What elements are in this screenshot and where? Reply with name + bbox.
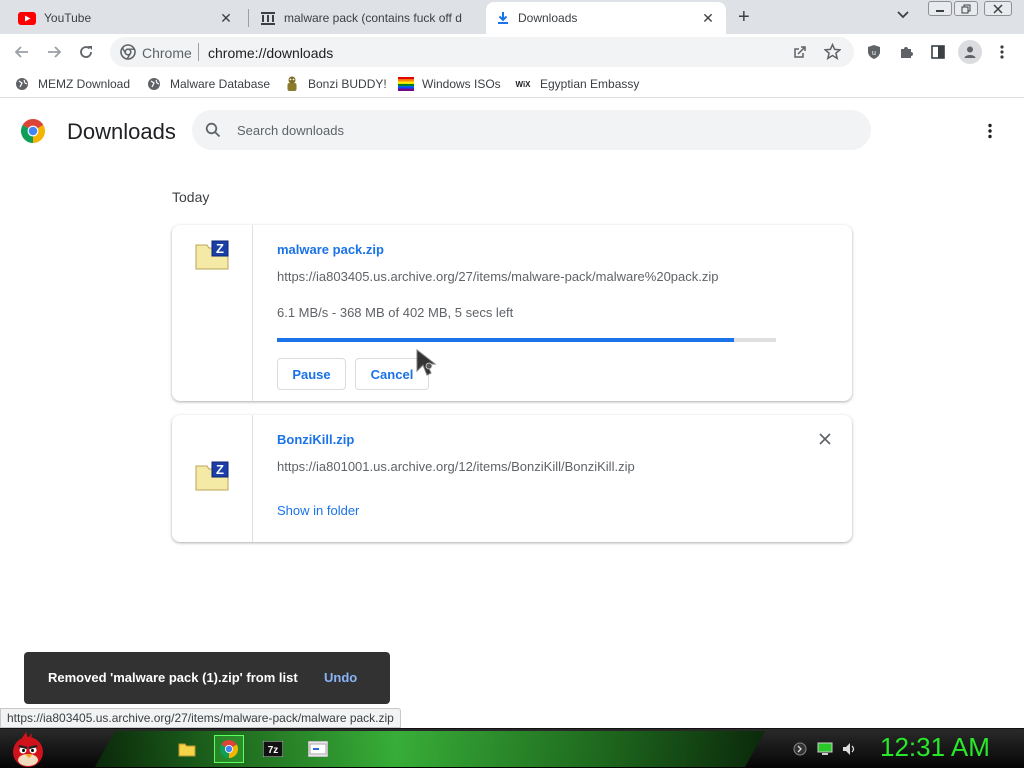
forward-button[interactable] (44, 42, 64, 62)
new-tab-button[interactable]: + (738, 7, 750, 27)
tab-youtube[interactable]: YouTube ✕ (8, 2, 244, 34)
tab-separator (248, 9, 249, 27)
more-actions-icon[interactable] (988, 123, 992, 142)
search-icon (205, 122, 221, 141)
toast-message: Removed 'malware pack (1).zip' from list (48, 670, 298, 685)
restore-button[interactable] (954, 1, 978, 16)
taskbar: 7z 12:31 AM (0, 728, 1024, 768)
tray-monitor-icon[interactable] (817, 742, 833, 759)
svg-text:Z: Z (216, 462, 224, 477)
taskbar-chrome-icon[interactable] (214, 735, 244, 763)
close-icon[interactable]: ✕ (218, 10, 234, 26)
omnibox-divider (198, 43, 199, 61)
show-in-folder-link[interactable]: Show in folder (277, 503, 359, 518)
bookmarks-bar: MEMZ Download Malware Database Bonzi BUD… (0, 70, 1024, 98)
download-icon (496, 11, 510, 25)
tab-downloads[interactable]: Downloads ✕ (486, 2, 726, 34)
snackbar-toast: Removed 'malware pack (1).zip' from list… (24, 652, 390, 704)
taskbar-file-explorer-icon[interactable] (172, 735, 202, 763)
download-progress-fill (277, 338, 734, 342)
download-item: Z BonziKill.zip https://ia801001.us.arch… (172, 415, 852, 542)
side-panel-icon[interactable] (928, 42, 948, 62)
date-section-heading: Today (172, 189, 210, 205)
rainbow-flag-icon (398, 76, 414, 92)
tray-network-icon[interactable] (793, 742, 807, 759)
bonzi-buddy-icon (284, 76, 300, 92)
wix-icon: WiX (515, 79, 531, 89)
close-window-button[interactable] (984, 1, 1012, 16)
bookmark-malware-database[interactable]: Malware Database (146, 76, 270, 92)
extensions-puzzle-icon[interactable] (896, 42, 916, 62)
download-file-icon-column: Z (172, 225, 253, 401)
zip-file-icon: Z (195, 461, 229, 494)
bookmark-egyptian-embassy[interactable]: WiX Egyptian Embassy (514, 76, 639, 92)
download-source-url[interactable]: https://ia803405.us.archive.org/27/items… (277, 269, 719, 284)
bookmark-label: MEMZ Download (38, 77, 131, 91)
mouse-cursor-icon (416, 348, 444, 380)
tab-title: YouTube (44, 11, 92, 25)
svg-text:7z: 7z (268, 745, 279, 756)
globe-icon (14, 76, 30, 92)
search-placeholder: Search downloads (237, 123, 344, 138)
undo-button[interactable]: Undo (324, 670, 357, 685)
profile-avatar-icon[interactable] (958, 40, 982, 64)
download-progress-track (277, 338, 776, 342)
chrome-icon (120, 44, 136, 63)
svg-text:Z: Z (216, 241, 224, 256)
remove-from-list-icon[interactable] (819, 433, 831, 448)
search-downloads-field[interactable]: Search downloads (192, 110, 871, 150)
chrome-menu-icon[interactable] (992, 42, 1012, 62)
globe-icon (146, 76, 162, 92)
bookmark-label: Malware Database (170, 77, 271, 91)
bookmark-label: Bonzi BUDDY! (308, 77, 387, 91)
omnibox-url: chrome://downloads (208, 45, 334, 61)
download-item: Z malware pack.zip https://ia803405.us.a… (172, 225, 852, 401)
downloads-header: Downloads Search downloads (0, 99, 1024, 163)
minimize-button[interactable] (928, 1, 952, 16)
tab-strip: YouTube ✕ malware pack (contains fuck of… (0, 0, 1024, 34)
bookmark-label: Egyptian Embassy (540, 77, 640, 91)
browser-toolbar: Chrome chrome://downloads u (0, 34, 1024, 70)
share-icon[interactable] (792, 44, 808, 63)
taskbar-7zip-icon[interactable]: 7z (258, 735, 288, 763)
bookmark-star-icon[interactable] (823, 42, 842, 63)
page-title: Downloads (67, 119, 176, 144)
taskbar-clock[interactable]: 12:31 AM (880, 732, 990, 763)
tray-volume-icon[interactable] (841, 741, 857, 760)
download-filename-link[interactable]: BonziKill.zip (277, 432, 354, 447)
omnibox[interactable]: Chrome chrome://downloads (110, 37, 854, 67)
youtube-icon (18, 11, 36, 25)
ublock-shield-icon[interactable]: u (864, 42, 884, 62)
pause-button[interactable]: Pause (277, 358, 346, 390)
download-source-url[interactable]: https://ia801001.us.archive.org/12/items… (277, 459, 635, 474)
reload-button[interactable] (76, 42, 96, 62)
download-file-icon-column: Z (172, 415, 253, 542)
tab-search-chevron-icon[interactable] (896, 10, 910, 23)
svg-text:u: u (872, 50, 876, 57)
download-filename-link[interactable]: malware pack.zip (277, 242, 384, 257)
bookmark-windows-isos[interactable]: Windows ISOs (398, 76, 501, 92)
close-icon[interactable]: ✕ (700, 10, 716, 26)
start-button-angry-bird-icon[interactable] (8, 729, 48, 772)
bookmark-label: Windows ISOs (422, 77, 501, 91)
bookmark-memz-download[interactable]: MEMZ Download (14, 76, 130, 92)
link-status-bubble: https://ia803405.us.archive.org/27/items… (0, 708, 401, 728)
tab-title: Downloads (518, 11, 578, 25)
omnibox-site-label: Chrome (142, 45, 192, 61)
tab-title: malware pack (contains fuck off d (284, 11, 462, 25)
tab-malware-pack[interactable]: malware pack (contains fuck off d (250, 2, 484, 34)
chrome-logo-icon (21, 119, 45, 146)
download-progress-status: 6.1 MB/s - 368 MB of 402 MB, 5 secs left (277, 305, 514, 320)
bookmark-bonzi-buddy[interactable]: Bonzi BUDDY! (284, 76, 387, 92)
back-button[interactable] (12, 42, 32, 62)
zip-file-icon: Z (195, 240, 229, 273)
archive-icon (260, 10, 276, 26)
taskbar-window-app-icon[interactable] (303, 735, 333, 763)
